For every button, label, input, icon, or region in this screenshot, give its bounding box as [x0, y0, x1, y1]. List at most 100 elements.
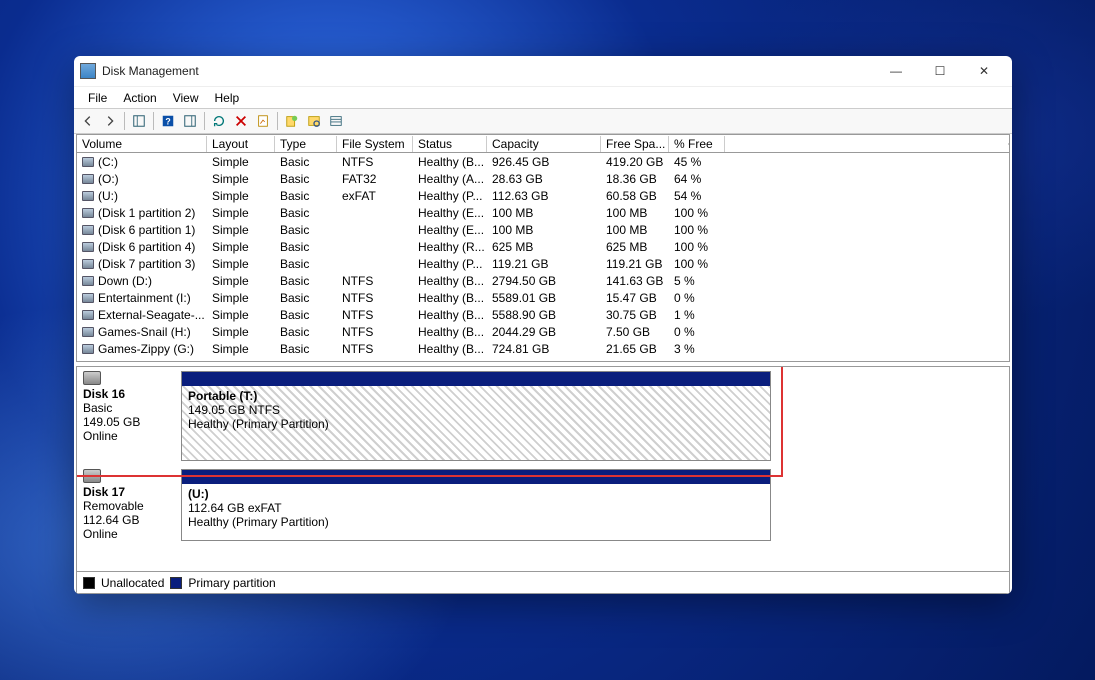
maximize-button[interactable]: ☐	[918, 57, 962, 85]
col-layout[interactable]: Layout	[207, 136, 275, 152]
cell-capacity: 112.63 GB	[487, 189, 601, 203]
forward-button[interactable]	[100, 111, 120, 131]
table-row[interactable]: (U:)SimpleBasicexFATHealthy (P...112.63 …	[77, 187, 1009, 204]
cell-pct: 1 %	[669, 308, 725, 322]
close-button[interactable]: ✕	[962, 57, 1006, 85]
cell-layout: Simple	[207, 257, 275, 271]
svg-text:?: ?	[165, 117, 170, 127]
table-row[interactable]: (Disk 1 partition 2)SimpleBasicHealthy (…	[77, 204, 1009, 221]
cell-status: Healthy (P...	[413, 257, 487, 271]
legend-unallocated: Unallocated	[101, 576, 164, 590]
cell-fs: exFAT	[337, 189, 413, 203]
cell-status: Healthy (B...	[413, 342, 487, 356]
cell-type: Basic	[275, 206, 337, 220]
table-row[interactable]: (Disk 6 partition 1)SimpleBasicHealthy (…	[77, 221, 1009, 238]
col-volume[interactable]: Volume	[77, 136, 207, 152]
show-hide-console-tree-icon[interactable]	[129, 111, 149, 131]
titlebar[interactable]: Disk Management — ☐ ✕	[74, 56, 1012, 86]
show-hide-action-pane-icon[interactable]	[180, 111, 200, 131]
cell-layout: Simple	[207, 189, 275, 203]
menu-file[interactable]: File	[80, 89, 115, 107]
table-row[interactable]: (Disk 7 partition 3)SimpleBasicHealthy (…	[77, 255, 1009, 272]
menu-help[interactable]: Help	[207, 89, 248, 107]
volume-name: (C:)	[98, 155, 118, 169]
disk-info[interactable]: Disk 16 Basic 149.05 GB Online	[77, 367, 181, 465]
table-row[interactable]: (Disk 6 partition 4)SimpleBasicHealthy (…	[77, 238, 1009, 255]
cell-fs: FAT32	[337, 172, 413, 186]
volume-icon	[82, 259, 94, 269]
back-button[interactable]	[78, 111, 98, 131]
cell-type: Basic	[275, 240, 337, 254]
cell-capacity: 926.45 GB	[487, 155, 601, 169]
cell-type: Basic	[275, 172, 337, 186]
cell-free: 100 MB	[601, 223, 669, 237]
table-row[interactable]: Entertainment (I:)SimpleBasicNTFSHealthy…	[77, 289, 1009, 306]
cell-type: Basic	[275, 342, 337, 356]
cell-pct: 0 %	[669, 291, 725, 305]
menu-view[interactable]: View	[165, 89, 207, 107]
cell-free: 419.20 GB	[601, 155, 669, 169]
cell-pct: 3 %	[669, 342, 725, 356]
table-row[interactable]: (C:)SimpleBasicNTFSHealthy (B...926.45 G…	[77, 153, 1009, 170]
toolbar: ?	[74, 108, 1012, 134]
graphical-view[interactable]: Disk 16 Basic 149.05 GB Online Portable …	[76, 366, 1010, 572]
table-row[interactable]: External-Seagate-...SimpleBasicNTFSHealt…	[77, 306, 1009, 323]
volume-icon	[82, 191, 94, 201]
disk-icon	[83, 371, 101, 385]
cell-type: Basic	[275, 291, 337, 305]
cell-pct: 100 %	[669, 257, 725, 271]
volume-name: (Disk 7 partition 3)	[98, 257, 195, 271]
cell-status: Healthy (A...	[413, 172, 487, 186]
delete-icon[interactable]	[231, 111, 251, 131]
volume-icon	[82, 293, 94, 303]
disk-size: 112.64 GB	[83, 513, 177, 527]
cell-capacity: 625 MB	[487, 240, 601, 254]
cell-type: Basic	[275, 223, 337, 237]
explore-icon[interactable]	[304, 111, 324, 131]
cell-free: 21.65 GB	[601, 342, 669, 356]
cell-capacity: 5589.01 GB	[487, 291, 601, 305]
partition-size: 149.05 GB NTFS	[188, 403, 764, 417]
cell-layout: Simple	[207, 342, 275, 356]
table-row[interactable]: Games-Snail (H:)SimpleBasicNTFSHealthy (…	[77, 323, 1009, 340]
volume-list-header[interactable]: Volume Layout Type File System Status Ca…	[77, 135, 1009, 153]
disk-row[interactable]: Disk 16 Basic 149.05 GB Online Portable …	[77, 367, 1009, 465]
minimize-button[interactable]: —	[874, 57, 918, 85]
cell-layout: Simple	[207, 240, 275, 254]
volume-name: Games-Zippy (G:)	[98, 342, 194, 356]
cell-capacity: 2044.29 GB	[487, 325, 601, 339]
table-row[interactable]: Down (D:)SimpleBasicNTFSHealthy (B...279…	[77, 272, 1009, 289]
volume-list[interactable]: Volume Layout Type File System Status Ca…	[76, 134, 1010, 362]
col-filesystem[interactable]: File System	[337, 136, 413, 152]
menu-action[interactable]: Action	[115, 89, 164, 107]
cell-status: Healthy (E...	[413, 206, 487, 220]
settings-icon[interactable]	[282, 111, 302, 131]
disk-info[interactable]: Disk 17 Removable 112.64 GB Online	[77, 465, 181, 545]
partition-bar	[182, 470, 770, 484]
volume-icon	[82, 242, 94, 252]
col-pctfree[interactable]: % Free	[669, 136, 725, 152]
table-row[interactable]: (O:)SimpleBasicFAT32Healthy (A...28.63 G…	[77, 170, 1009, 187]
col-status[interactable]: Status	[413, 136, 487, 152]
cell-status: Healthy (R...	[413, 240, 487, 254]
cell-free: 141.63 GB	[601, 274, 669, 288]
cell-layout: Simple	[207, 223, 275, 237]
partition[interactable]: (U:) 112.64 GB exFAT Healthy (Primary Pa…	[181, 469, 771, 541]
disk-row[interactable]: Disk 17 Removable 112.64 GB Online (U:) …	[77, 465, 1009, 545]
partition[interactable]: Portable (T:) 149.05 GB NTFS Healthy (Pr…	[181, 371, 771, 461]
col-free[interactable]: Free Spa...	[601, 136, 669, 152]
volume-icon	[82, 157, 94, 167]
swatch-primary	[170, 577, 182, 589]
disk-kind: Basic	[83, 401, 177, 415]
help-icon[interactable]: ?	[158, 111, 178, 131]
cell-status: Healthy (B...	[413, 274, 487, 288]
list-view-icon[interactable]	[326, 111, 346, 131]
refresh-icon[interactable]	[209, 111, 229, 131]
col-capacity[interactable]: Capacity	[487, 136, 601, 152]
table-row[interactable]: Games-Zippy (G:)SimpleBasicNTFSHealthy (…	[77, 340, 1009, 357]
swatch-unallocated	[83, 577, 95, 589]
volume-list-body[interactable]: (C:)SimpleBasicNTFSHealthy (B...926.45 G…	[77, 153, 1009, 361]
col-type[interactable]: Type	[275, 136, 337, 152]
properties-icon[interactable]	[253, 111, 273, 131]
cell-fs: NTFS	[337, 274, 413, 288]
